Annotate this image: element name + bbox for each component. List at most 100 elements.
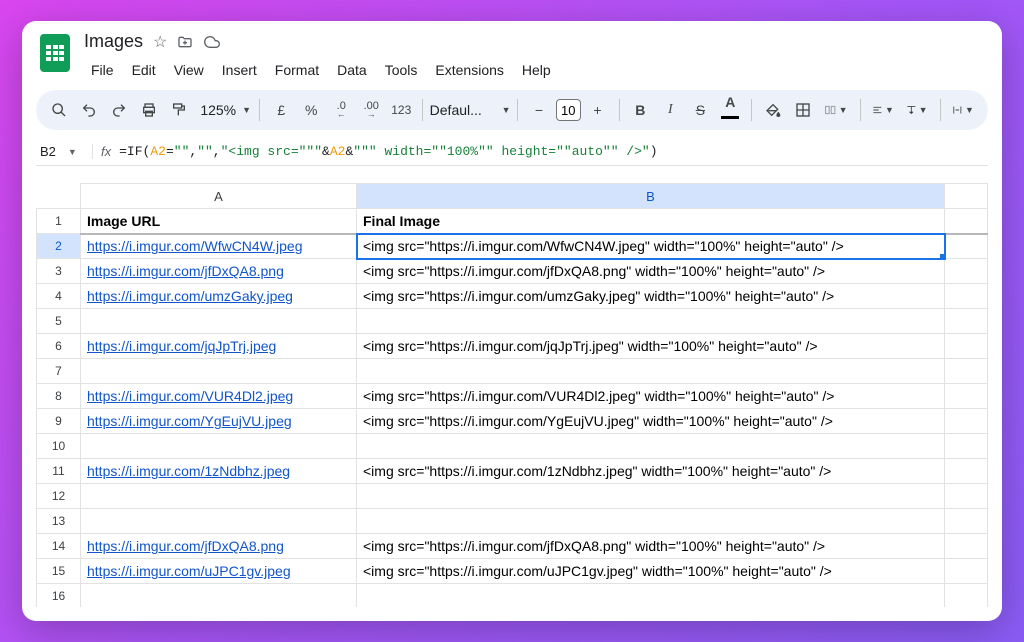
- font-size-input[interactable]: 10: [556, 99, 581, 121]
- bold-button[interactable]: B: [627, 96, 653, 124]
- merge-button[interactable]: ▼: [820, 96, 851, 124]
- row-header[interactable]: 16: [37, 584, 81, 608]
- italic-button[interactable]: I: [657, 96, 683, 124]
- cell[interactable]: https://i.imgur.com/umzGaky.jpeg: [81, 284, 357, 309]
- fill-color-button[interactable]: [760, 96, 786, 124]
- row-header[interactable]: 8: [37, 384, 81, 409]
- wrap-button[interactable]: ▼: [948, 96, 978, 124]
- cell[interactable]: [945, 284, 988, 309]
- column-header-c[interactable]: [945, 184, 988, 209]
- font-size-decrease[interactable]: −: [526, 96, 552, 124]
- header-cell[interactable]: Image URL: [81, 209, 357, 234]
- row-header[interactable]: 4: [37, 284, 81, 309]
- cell[interactable]: <img src="https://i.imgur.com/jfDxQA8.pn…: [357, 259, 945, 284]
- cell[interactable]: [945, 534, 988, 559]
- row-header[interactable]: 10: [37, 434, 81, 459]
- row-header[interactable]: 15: [37, 559, 81, 584]
- cloud-icon[interactable]: [203, 34, 221, 50]
- cell[interactable]: [81, 584, 357, 608]
- row-header[interactable]: 7: [37, 359, 81, 384]
- cell[interactable]: [81, 309, 357, 334]
- paint-format-icon[interactable]: [166, 96, 192, 124]
- print-icon[interactable]: [136, 96, 162, 124]
- font-selector[interactable]: Defaul...▼: [431, 96, 509, 124]
- cell[interactable]: https://i.imgur.com/jfDxQA8.png: [81, 534, 357, 559]
- cell[interactable]: [945, 259, 988, 284]
- decrease-decimal-button[interactable]: .0←: [328, 96, 354, 124]
- valign-button[interactable]: ▼: [902, 96, 932, 124]
- cell[interactable]: <img src="https://i.imgur.com/jfDxQA8.pn…: [357, 534, 945, 559]
- borders-button[interactable]: [790, 96, 816, 124]
- document-title[interactable]: Images: [84, 31, 143, 52]
- star-icon[interactable]: ☆: [153, 32, 167, 52]
- cell[interactable]: https://i.imgur.com/YgEujVU.jpeg: [81, 409, 357, 434]
- cell[interactable]: [945, 384, 988, 409]
- cell[interactable]: https://i.imgur.com/jqJpTrj.jpeg: [81, 334, 357, 359]
- cell[interactable]: [945, 209, 988, 234]
- cell[interactable]: [945, 359, 988, 384]
- cell[interactable]: [945, 409, 988, 434]
- cell[interactable]: <img src="https://i.imgur.com/umzGaky.jp…: [357, 284, 945, 309]
- menu-data[interactable]: Data: [330, 58, 374, 82]
- cell[interactable]: [357, 309, 945, 334]
- column-header-b[interactable]: B: [357, 184, 945, 209]
- cell[interactable]: https://i.imgur.com/VUR4Dl2.jpeg: [81, 384, 357, 409]
- sheets-logo[interactable]: [36, 29, 74, 73]
- cell[interactable]: [945, 559, 988, 584]
- cell[interactable]: [945, 509, 988, 534]
- header-cell[interactable]: Final Image: [357, 209, 945, 234]
- column-header-a[interactable]: A: [81, 184, 357, 209]
- zoom-selector[interactable]: 125%▼: [196, 96, 251, 124]
- cell[interactable]: [945, 484, 988, 509]
- row-header[interactable]: 9: [37, 409, 81, 434]
- strikethrough-button[interactable]: S: [687, 96, 713, 124]
- cell[interactable]: <img src="https://i.imgur.com/1zNdbhz.jp…: [357, 459, 945, 484]
- formula-input[interactable]: =IF(A2="","","<img src="""&A2&""" width=…: [119, 144, 657, 159]
- cell[interactable]: <img src="https://i.imgur.com/YgEujVU.jp…: [357, 409, 945, 434]
- menu-tools[interactable]: Tools: [378, 58, 425, 82]
- row-header[interactable]: 3: [37, 259, 81, 284]
- percent-button[interactable]: %: [298, 96, 324, 124]
- cell[interactable]: https://i.imgur.com/1zNdbhz.jpeg: [81, 459, 357, 484]
- cell[interactable]: [81, 359, 357, 384]
- cell[interactable]: <img src="https://i.imgur.com/jqJpTrj.jp…: [357, 334, 945, 359]
- menu-extensions[interactable]: Extensions: [428, 58, 510, 82]
- menu-help[interactable]: Help: [515, 58, 558, 82]
- cell[interactable]: [945, 434, 988, 459]
- row-header[interactable]: 5: [37, 309, 81, 334]
- cell[interactable]: [945, 459, 988, 484]
- increase-decimal-button[interactable]: .00→: [358, 96, 384, 124]
- cell[interactable]: [357, 484, 945, 509]
- cell[interactable]: <img src="https://i.imgur.com/VUR4Dl2.jp…: [357, 384, 945, 409]
- row-header[interactable]: 13: [37, 509, 81, 534]
- menu-file[interactable]: File: [84, 58, 121, 82]
- cell[interactable]: <img src="https://i.imgur.com/WfwCN4W.jp…: [357, 234, 945, 259]
- row-header[interactable]: 2: [37, 234, 81, 259]
- currency-button[interactable]: £: [268, 96, 294, 124]
- cell[interactable]: https://i.imgur.com/jfDxQA8.png: [81, 259, 357, 284]
- undo-icon[interactable]: [76, 96, 102, 124]
- cell[interactable]: [945, 309, 988, 334]
- search-icon[interactable]: [46, 96, 72, 124]
- menu-edit[interactable]: Edit: [125, 58, 163, 82]
- cell[interactable]: [945, 584, 988, 608]
- cell[interactable]: https://i.imgur.com/uJPC1gv.jpeg: [81, 559, 357, 584]
- redo-icon[interactable]: [106, 96, 132, 124]
- font-size-increase[interactable]: +: [585, 96, 611, 124]
- align-button[interactable]: ▼: [868, 96, 898, 124]
- row-header[interactable]: 6: [37, 334, 81, 359]
- cell[interactable]: [945, 234, 988, 259]
- name-box[interactable]: B2▼: [36, 144, 92, 159]
- text-color-button[interactable]: A: [717, 96, 743, 124]
- menu-format[interactable]: Format: [268, 58, 326, 82]
- cell[interactable]: [81, 434, 357, 459]
- cell[interactable]: [357, 584, 945, 608]
- cell[interactable]: [357, 359, 945, 384]
- row-header[interactable]: 1: [37, 209, 81, 234]
- move-icon[interactable]: [177, 34, 193, 50]
- cell[interactable]: [81, 509, 357, 534]
- row-header[interactable]: 12: [37, 484, 81, 509]
- menu-view[interactable]: View: [167, 58, 211, 82]
- cell[interactable]: https://i.imgur.com/WfwCN4W.jpeg: [81, 234, 357, 259]
- format-123-button[interactable]: 123: [388, 96, 414, 124]
